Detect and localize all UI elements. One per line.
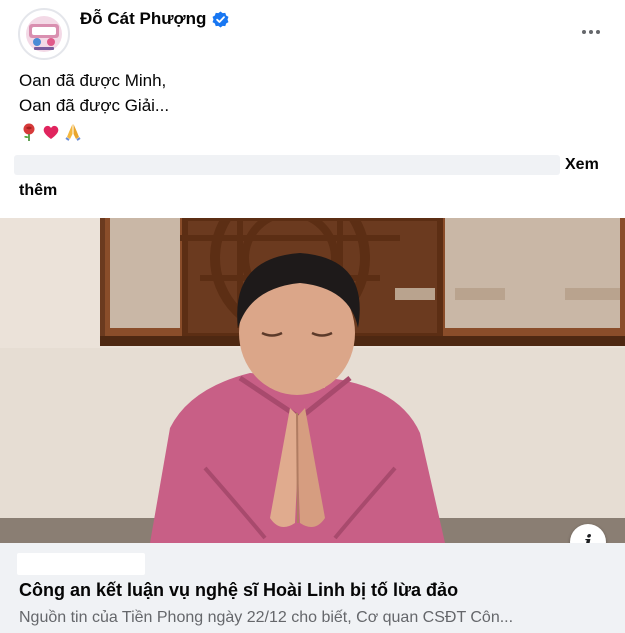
see-more-link-continued[interactable]: thêm — [19, 182, 57, 200]
more-options-button[interactable] — [577, 18, 605, 46]
link-domain-placeholder — [17, 553, 145, 575]
verified-badge-icon — [212, 11, 229, 27]
photo-illustration — [0, 218, 625, 543]
link-preview-image[interactable] — [0, 218, 625, 543]
link-preview-footer[interactable]: Công an kết luận vụ nghệ sĩ Hoài Linh bị… — [0, 543, 625, 633]
avatar-image — [21, 11, 67, 57]
author-name-row: Đỗ Cát Phượng — [80, 9, 229, 29]
post-line: Oan đã được Minh, — [19, 71, 167, 90]
author-name[interactable]: Đỗ Cát Phượng — [80, 9, 206, 29]
link-description: Nguồn tin của Tiền Phong ngày 22/12 cho … — [19, 609, 514, 626]
facebook-post: Đỗ Cát Phượng Oan đã được Minh, Oan đã đ… — [0, 0, 625, 633]
link-title[interactable]: Công an kết luận vụ nghệ sĩ Hoài Linh bị… — [19, 580, 458, 601]
post-text: Oan đã được Minh, Oan đã được Giải... — [19, 68, 609, 118]
emoji-row — [19, 122, 83, 142]
text-placeholder-bar — [14, 155, 560, 175]
more-dot — [596, 30, 600, 34]
folded-hands-emoji-icon — [65, 124, 81, 141]
more-dot — [589, 30, 593, 34]
post-line: Oan đã được Giải... — [19, 96, 170, 115]
heart-emoji-icon — [43, 125, 59, 139]
rose-emoji-icon — [23, 123, 35, 141]
see-more-link[interactable]: Xem — [565, 156, 599, 174]
more-horizontal-icon — [582, 30, 586, 34]
author-avatar[interactable] — [18, 8, 70, 60]
